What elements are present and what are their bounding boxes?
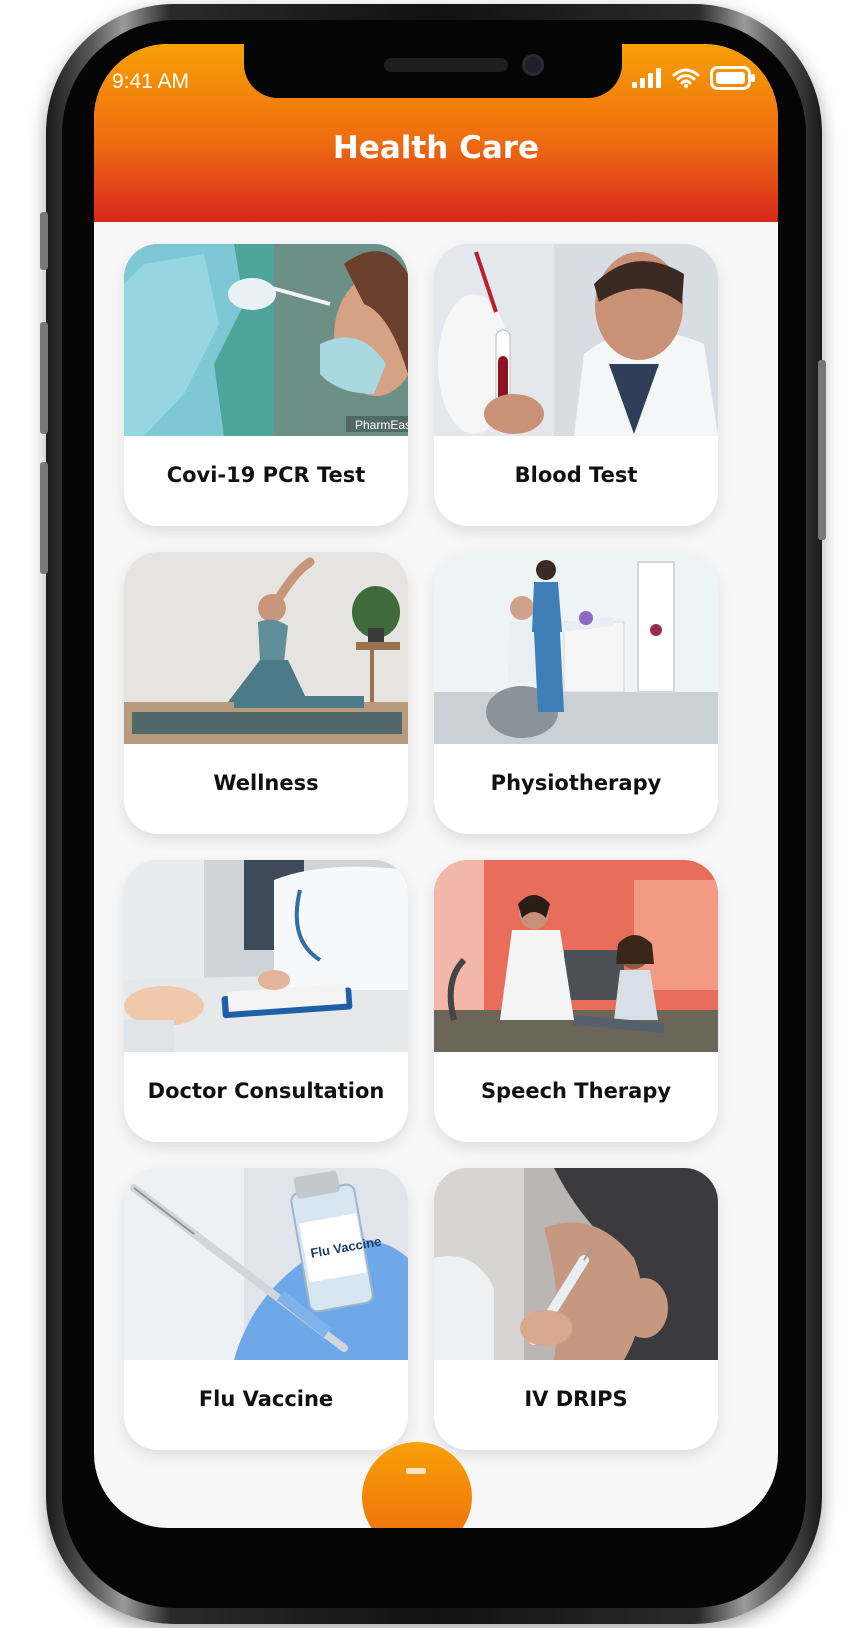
volume-up-button: [40, 322, 48, 434]
doctor-desk-photo: [124, 860, 408, 1052]
service-grid: PharmEasy Covi-19 PCR Test: [124, 244, 744, 1450]
signal-icon: [632, 68, 661, 88]
front-camera: [522, 54, 544, 76]
wifi-icon: [672, 68, 700, 89]
app-screen: 9:41 AM Health Care PharmEa Covi-19 PCR …: [94, 44, 778, 1528]
physio-exercise-ball-photo: [434, 552, 718, 744]
child-therapy-photo: [434, 860, 718, 1052]
service-label: Covi-19 PCR Test: [166, 463, 366, 487]
power-button: [818, 360, 826, 540]
watermark-text: PharmEasy: [355, 418, 408, 432]
service-card-physiotherapy[interactable]: Physiotherapy: [434, 552, 718, 834]
service-card-pcr-test[interactable]: PharmEasy Covi-19 PCR Test: [124, 244, 408, 526]
service-label: Speech Therapy: [480, 1079, 672, 1103]
service-label: Flu Vaccine: [198, 1387, 334, 1411]
service-card-blood-test[interactable]: Blood Test: [434, 244, 718, 526]
page-title: Health Care: [332, 130, 540, 166]
home-fab-button[interactable]: [362, 1442, 472, 1528]
status-time: 9:41 AM: [112, 70, 190, 93]
service-card-wellness[interactable]: Wellness: [124, 552, 408, 834]
lab-blood-sample-photo: [434, 244, 718, 436]
battery-icon: [710, 66, 755, 90]
service-label: IV DRIPS: [524, 1387, 628, 1411]
service-card-iv-drips[interactable]: IV DRIPS: [434, 1168, 718, 1450]
service-card-doctor-consultation[interactable]: Doctor Consultation: [124, 860, 408, 1142]
service-label: Wellness: [213, 771, 319, 795]
nasal-swab-photo: PharmEasy: [124, 244, 408, 436]
status-icons: [632, 66, 756, 90]
service-card-speech-therapy[interactable]: Speech Therapy: [434, 860, 718, 1142]
arm-injection-photo: [434, 1168, 718, 1360]
volume-down-button: [40, 462, 48, 574]
notch: [244, 44, 622, 98]
speaker-grille: [384, 58, 508, 72]
app-header: 9:41 AM Health Care: [94, 44, 778, 222]
service-label: Doctor Consultation: [147, 1079, 385, 1103]
service-card-flu-vaccine[interactable]: Flu Vaccine Flu Vaccine: [124, 1168, 408, 1450]
service-label: Blood Test: [514, 463, 638, 487]
home-icon: [406, 1468, 426, 1474]
mute-switch: [40, 212, 48, 270]
yoga-stretch-photo: [124, 552, 408, 744]
flu-vaccine-vial-photo: Flu Vaccine: [124, 1168, 408, 1360]
service-label: Physiotherapy: [490, 771, 662, 795]
